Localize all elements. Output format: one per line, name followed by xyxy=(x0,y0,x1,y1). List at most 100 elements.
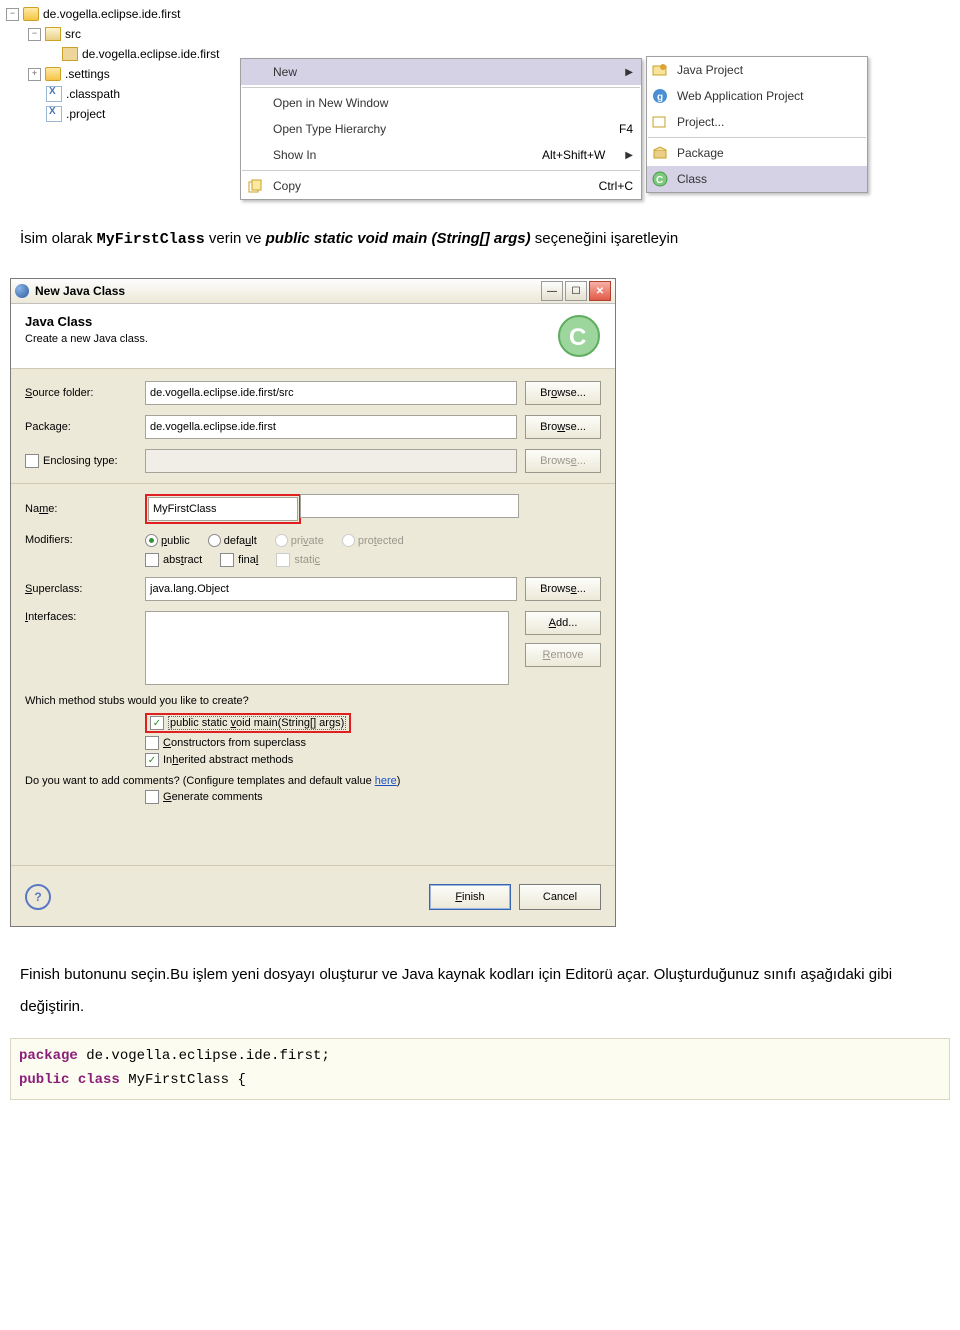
stubs-question: Which method stubs would you like to cre… xyxy=(25,695,601,707)
new-submenu: Java Project g Web Application Project P… xyxy=(646,56,868,193)
superclass-input[interactable]: java.lang.Object xyxy=(145,577,517,601)
minimize-button[interactable]: — xyxy=(541,281,563,301)
sub-project[interactable]: Project... xyxy=(647,109,867,135)
project-tree: − de.vogella.eclipse.ide.first − src de.… xyxy=(0,0,960,198)
enclosing-checkbox[interactable] xyxy=(25,454,39,468)
submenu-arrow-icon: ▶ xyxy=(625,67,633,78)
ctx-open-new-window-label: Open in New Window xyxy=(273,96,388,110)
source-folder-label: Source folder: xyxy=(25,387,145,399)
project-icon xyxy=(652,114,668,130)
projectfile-label: .project xyxy=(66,107,105,121)
maximize-button[interactable]: ☐ xyxy=(565,281,587,301)
separator xyxy=(242,87,640,88)
close-button[interactable]: ✕ xyxy=(589,281,611,301)
interfaces-list[interactable] xyxy=(145,611,509,685)
stub-inherited-checkbox[interactable]: ✓ xyxy=(145,753,159,767)
mod-private: private xyxy=(275,534,324,547)
configure-here-link[interactable]: here xyxy=(375,775,397,787)
ctx-copy[interactable]: Copy Ctrl+C xyxy=(241,173,641,199)
keyword-package: package xyxy=(19,1048,78,1064)
name-input[interactable]: MyFirstClass xyxy=(148,497,298,521)
tree-src[interactable]: − src xyxy=(6,24,954,44)
ctx-open-new-window[interactable]: Open in New Window xyxy=(241,90,641,116)
collapse-icon[interactable]: − xyxy=(6,8,19,21)
keyword-public: public xyxy=(19,1072,69,1088)
name-value: MyFirstClass xyxy=(153,503,217,515)
browse-superclass-button[interactable]: Browse... xyxy=(525,577,601,601)
add-interface-button[interactable]: Add... xyxy=(525,611,601,635)
main-highlight: ✓ public static void main(String[] args) xyxy=(145,713,351,733)
svg-text:g: g xyxy=(657,92,663,103)
stub-main-checkbox[interactable]: ✓ xyxy=(150,716,164,730)
folder-icon xyxy=(45,67,61,81)
sub-package[interactable]: Package xyxy=(647,140,867,166)
mod-public[interactable]: public xyxy=(145,534,190,547)
stub-constructors-checkbox[interactable] xyxy=(145,736,159,750)
file-icon xyxy=(46,107,62,121)
file-icon xyxy=(46,87,62,101)
expand-icon[interactable]: + xyxy=(28,68,41,81)
text: Finish butonunu seçin.Bu işlem yeni dosy… xyxy=(20,966,892,1015)
package-value: de.vogella.eclipse.ide.first xyxy=(150,421,276,433)
code-block: package de.vogella.eclipse.ide.first; pu… xyxy=(10,1038,950,1100)
stub-main-row: ✓ public static void main(String[] args) xyxy=(145,713,601,733)
new-java-class-dialog: New Java Class — ☐ ✕ Java Class Create a… xyxy=(10,278,616,927)
name-input-ext[interactable] xyxy=(300,494,519,518)
separator xyxy=(242,170,640,171)
svg-text:C: C xyxy=(569,324,586,351)
stub-inherited-label: Inherited abstract methods xyxy=(163,754,293,766)
tree-project[interactable]: − de.vogella.eclipse.ide.first xyxy=(6,4,954,24)
enclosing-type-input xyxy=(145,449,517,473)
superclass-value: java.lang.Object xyxy=(150,583,229,595)
dialog-title: New Java Class xyxy=(35,284,125,298)
submenu-arrow-icon: ▶ xyxy=(625,150,633,161)
shortcut: F4 xyxy=(619,122,633,136)
comments-question: Do you want to add comments? (Configure … xyxy=(25,775,601,787)
radio-icon xyxy=(275,534,288,547)
ctx-open-type-hierarchy-label: Open Type Hierarchy xyxy=(273,122,386,136)
mod-default[interactable]: default xyxy=(208,534,257,547)
stub-inherited-row[interactable]: ✓ Inherited abstract methods xyxy=(145,753,601,767)
mod-abstract[interactable]: abstract xyxy=(145,553,202,567)
dialog-footer: ? Finish Cancel xyxy=(11,865,615,926)
radio-icon xyxy=(145,534,158,547)
ctx-new[interactable]: New ▶ xyxy=(241,59,641,85)
sub-web-app-label: Web Application Project xyxy=(677,89,804,103)
stub-constructors-label: Constructors from superclass xyxy=(163,737,306,749)
settings-label: .settings xyxy=(65,67,110,81)
browse-package-button[interactable]: Browse... xyxy=(525,415,601,439)
project-label: de.vogella.eclipse.ide.first xyxy=(43,7,180,21)
finish-button[interactable]: Finish xyxy=(429,884,511,910)
mod-static: static xyxy=(276,553,320,567)
code-line-1: package de.vogella.eclipse.ide.first; xyxy=(19,1045,941,1069)
java-project-icon xyxy=(652,62,668,78)
ctx-copy-label: Copy xyxy=(273,179,301,193)
stub-constructors-row[interactable]: Constructors from superclass xyxy=(145,736,601,750)
ctx-open-type-hierarchy[interactable]: Open Type Hierarchy F4 xyxy=(241,116,641,142)
cancel-button[interactable]: Cancel xyxy=(519,884,601,910)
package-input[interactable]: de.vogella.eclipse.ide.first xyxy=(145,415,517,439)
browse-source-button[interactable]: Browse... xyxy=(525,381,601,405)
checkbox-icon xyxy=(220,553,234,567)
collapse-icon[interactable]: − xyxy=(28,28,41,41)
instruction-paragraph-2: Finish butonunu seçin.Bu işlem yeni dosy… xyxy=(0,927,960,1032)
class-badge-icon: C xyxy=(557,314,601,358)
separator xyxy=(648,137,866,138)
help-button[interactable]: ? xyxy=(25,884,51,910)
mod-final[interactable]: final xyxy=(220,553,258,567)
dialog-header: Java Class Create a new Java class. C xyxy=(11,304,615,369)
modifiers-label: Modifiers: xyxy=(25,534,145,546)
remove-interface-button: Remove xyxy=(525,643,601,667)
radio-icon xyxy=(208,534,221,547)
superclass-label: Superclass: xyxy=(25,583,145,595)
source-folder-input[interactable]: de.vogella.eclipse.ide.first/src xyxy=(145,381,517,405)
sub-class[interactable]: C Class xyxy=(647,166,867,192)
package-name: de.vogella.eclipse.ide.first; xyxy=(86,1048,330,1064)
dialog-titlebar[interactable]: New Java Class — ☐ ✕ xyxy=(11,279,615,304)
generate-comments-checkbox[interactable] xyxy=(145,790,159,804)
generate-comments-row[interactable]: Generate comments xyxy=(145,790,601,804)
sub-java-project[interactable]: Java Project xyxy=(647,57,867,83)
sub-web-app[interactable]: g Web Application Project xyxy=(647,83,867,109)
ctx-show-in[interactable]: Show In Alt+Shift+W ▶ xyxy=(241,142,641,168)
mod-protected: protected xyxy=(342,534,404,547)
